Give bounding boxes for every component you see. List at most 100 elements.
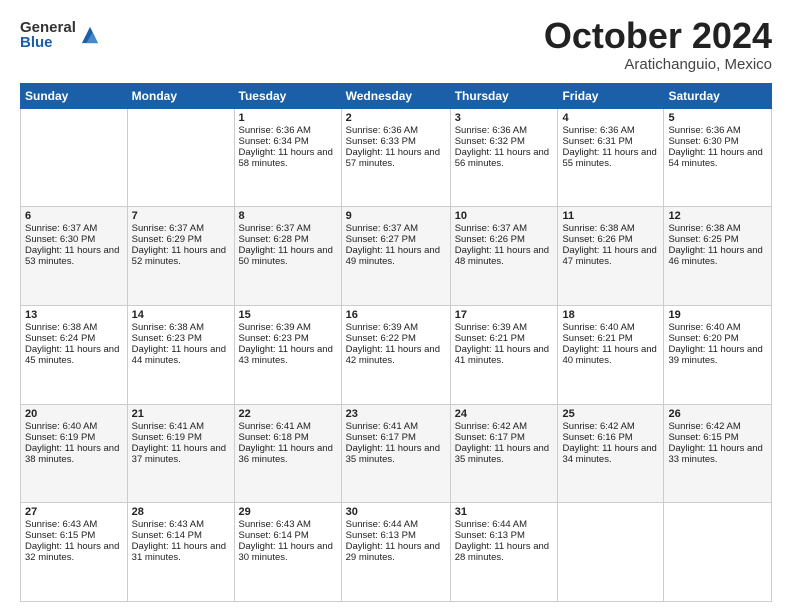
day-cell: 19Sunrise: 6:40 AMSunset: 6:20 PMDayligh… [664, 305, 772, 404]
sunset-text: Sunset: 6:17 PM [455, 432, 554, 443]
sunrise-text: Sunrise: 6:41 AM [132, 421, 230, 432]
day-cell: 9Sunrise: 6:37 AMSunset: 6:27 PMDaylight… [341, 207, 450, 306]
daylight-text: Daylight: 11 hours and 35 minutes. [346, 443, 446, 465]
daylight-text: Daylight: 11 hours and 37 minutes. [132, 443, 230, 465]
sunset-text: Sunset: 6:15 PM [25, 530, 123, 541]
sunset-text: Sunset: 6:19 PM [25, 432, 123, 443]
day-cell: 8Sunrise: 6:37 AMSunset: 6:28 PMDaylight… [234, 207, 341, 306]
day-cell: 22Sunrise: 6:41 AMSunset: 6:18 PMDayligh… [234, 404, 341, 503]
sunrise-text: Sunrise: 6:37 AM [132, 223, 230, 234]
week-row-4: 27Sunrise: 6:43 AMSunset: 6:15 PMDayligh… [21, 503, 772, 602]
sunrise-text: Sunrise: 6:42 AM [562, 421, 659, 432]
calendar-table: Sunday Monday Tuesday Wednesday Thursday… [20, 83, 772, 602]
daylight-text: Daylight: 11 hours and 30 minutes. [239, 541, 337, 563]
daylight-text: Daylight: 11 hours and 47 minutes. [562, 245, 659, 267]
day-cell [21, 108, 128, 207]
logo-text: General Blue [20, 20, 76, 50]
sunset-text: Sunset: 6:26 PM [455, 234, 554, 245]
sunset-text: Sunset: 6:16 PM [562, 432, 659, 443]
daylight-text: Daylight: 11 hours and 32 minutes. [25, 541, 123, 563]
sunrise-text: Sunrise: 6:37 AM [455, 223, 554, 234]
sunrise-text: Sunrise: 6:41 AM [239, 421, 337, 432]
title-block: October 2024 Aratichanguio, Mexico [544, 16, 772, 73]
sunset-text: Sunset: 6:21 PM [455, 333, 554, 344]
day-cell: 31Sunrise: 6:44 AMSunset: 6:13 PMDayligh… [450, 503, 558, 602]
daylight-text: Daylight: 11 hours and 46 minutes. [668, 245, 767, 267]
sunrise-text: Sunrise: 6:37 AM [25, 223, 123, 234]
day-cell: 10Sunrise: 6:37 AMSunset: 6:26 PMDayligh… [450, 207, 558, 306]
day-cell: 17Sunrise: 6:39 AMSunset: 6:21 PMDayligh… [450, 305, 558, 404]
sunrise-text: Sunrise: 6:36 AM [668, 125, 767, 136]
sunset-text: Sunset: 6:14 PM [239, 530, 337, 541]
sunset-text: Sunset: 6:29 PM [132, 234, 230, 245]
day-number: 21 [132, 408, 230, 420]
col-wednesday: Wednesday [341, 83, 450, 108]
daylight-text: Daylight: 11 hours and 36 minutes. [239, 443, 337, 465]
daylight-text: Daylight: 11 hours and 56 minutes. [455, 147, 554, 169]
logo-blue: Blue [20, 35, 76, 50]
day-number: 24 [455, 408, 554, 420]
daylight-text: Daylight: 11 hours and 35 minutes. [455, 443, 554, 465]
day-cell: 23Sunrise: 6:41 AMSunset: 6:17 PMDayligh… [341, 404, 450, 503]
day-number: 25 [562, 408, 659, 420]
sunrise-text: Sunrise: 6:42 AM [668, 421, 767, 432]
day-cell: 2Sunrise: 6:36 AMSunset: 6:33 PMDaylight… [341, 108, 450, 207]
sunrise-text: Sunrise: 6:40 AM [562, 322, 659, 333]
day-number: 17 [455, 309, 554, 321]
day-cell: 14Sunrise: 6:38 AMSunset: 6:23 PMDayligh… [127, 305, 234, 404]
sunrise-text: Sunrise: 6:39 AM [346, 322, 446, 333]
day-number: 29 [239, 506, 337, 518]
day-cell: 20Sunrise: 6:40 AMSunset: 6:19 PMDayligh… [21, 404, 128, 503]
day-cell: 26Sunrise: 6:42 AMSunset: 6:15 PMDayligh… [664, 404, 772, 503]
daylight-text: Daylight: 11 hours and 52 minutes. [132, 245, 230, 267]
col-thursday: Thursday [450, 83, 558, 108]
daylight-text: Daylight: 11 hours and 40 minutes. [562, 344, 659, 366]
day-number: 18 [562, 309, 659, 321]
day-cell: 5Sunrise: 6:36 AMSunset: 6:30 PMDaylight… [664, 108, 772, 207]
day-cell: 25Sunrise: 6:42 AMSunset: 6:16 PMDayligh… [558, 404, 664, 503]
daylight-text: Daylight: 11 hours and 57 minutes. [346, 147, 446, 169]
header-row: Sunday Monday Tuesday Wednesday Thursday… [21, 83, 772, 108]
daylight-text: Daylight: 11 hours and 44 minutes. [132, 344, 230, 366]
sunrise-text: Sunrise: 6:37 AM [239, 223, 337, 234]
sunset-text: Sunset: 6:24 PM [25, 333, 123, 344]
day-cell [558, 503, 664, 602]
day-cell: 6Sunrise: 6:37 AMSunset: 6:30 PMDaylight… [21, 207, 128, 306]
day-cell: 21Sunrise: 6:41 AMSunset: 6:19 PMDayligh… [127, 404, 234, 503]
daylight-text: Daylight: 11 hours and 54 minutes. [668, 147, 767, 169]
sunrise-text: Sunrise: 6:39 AM [239, 322, 337, 333]
sunrise-text: Sunrise: 6:38 AM [25, 322, 123, 333]
sunset-text: Sunset: 6:23 PM [132, 333, 230, 344]
daylight-text: Daylight: 11 hours and 39 minutes. [668, 344, 767, 366]
sunset-text: Sunset: 6:32 PM [455, 136, 554, 147]
sunset-text: Sunset: 6:28 PM [239, 234, 337, 245]
sunset-text: Sunset: 6:13 PM [346, 530, 446, 541]
sunset-text: Sunset: 6:30 PM [668, 136, 767, 147]
sunset-text: Sunset: 6:15 PM [668, 432, 767, 443]
sunset-text: Sunset: 6:14 PM [132, 530, 230, 541]
sunset-text: Sunset: 6:30 PM [25, 234, 123, 245]
sunset-text: Sunset: 6:27 PM [346, 234, 446, 245]
day-cell: 29Sunrise: 6:43 AMSunset: 6:14 PMDayligh… [234, 503, 341, 602]
col-monday: Monday [127, 83, 234, 108]
sunrise-text: Sunrise: 6:44 AM [346, 519, 446, 530]
day-number: 2 [346, 112, 446, 124]
daylight-text: Daylight: 11 hours and 43 minutes. [239, 344, 337, 366]
sunrise-text: Sunrise: 6:36 AM [346, 125, 446, 136]
sunrise-text: Sunrise: 6:37 AM [346, 223, 446, 234]
daylight-text: Daylight: 11 hours and 42 minutes. [346, 344, 446, 366]
daylight-text: Daylight: 11 hours and 33 minutes. [668, 443, 767, 465]
sunset-text: Sunset: 6:33 PM [346, 136, 446, 147]
day-number: 7 [132, 210, 230, 222]
col-saturday: Saturday [664, 83, 772, 108]
day-number: 10 [455, 210, 554, 222]
logo-general: General [20, 20, 76, 35]
day-cell: 15Sunrise: 6:39 AMSunset: 6:23 PMDayligh… [234, 305, 341, 404]
day-cell: 11Sunrise: 6:38 AMSunset: 6:26 PMDayligh… [558, 207, 664, 306]
sunrise-text: Sunrise: 6:42 AM [455, 421, 554, 432]
col-friday: Friday [558, 83, 664, 108]
sunset-text: Sunset: 6:19 PM [132, 432, 230, 443]
daylight-text: Daylight: 11 hours and 28 minutes. [455, 541, 554, 563]
day-number: 13 [25, 309, 123, 321]
day-number: 5 [668, 112, 767, 124]
